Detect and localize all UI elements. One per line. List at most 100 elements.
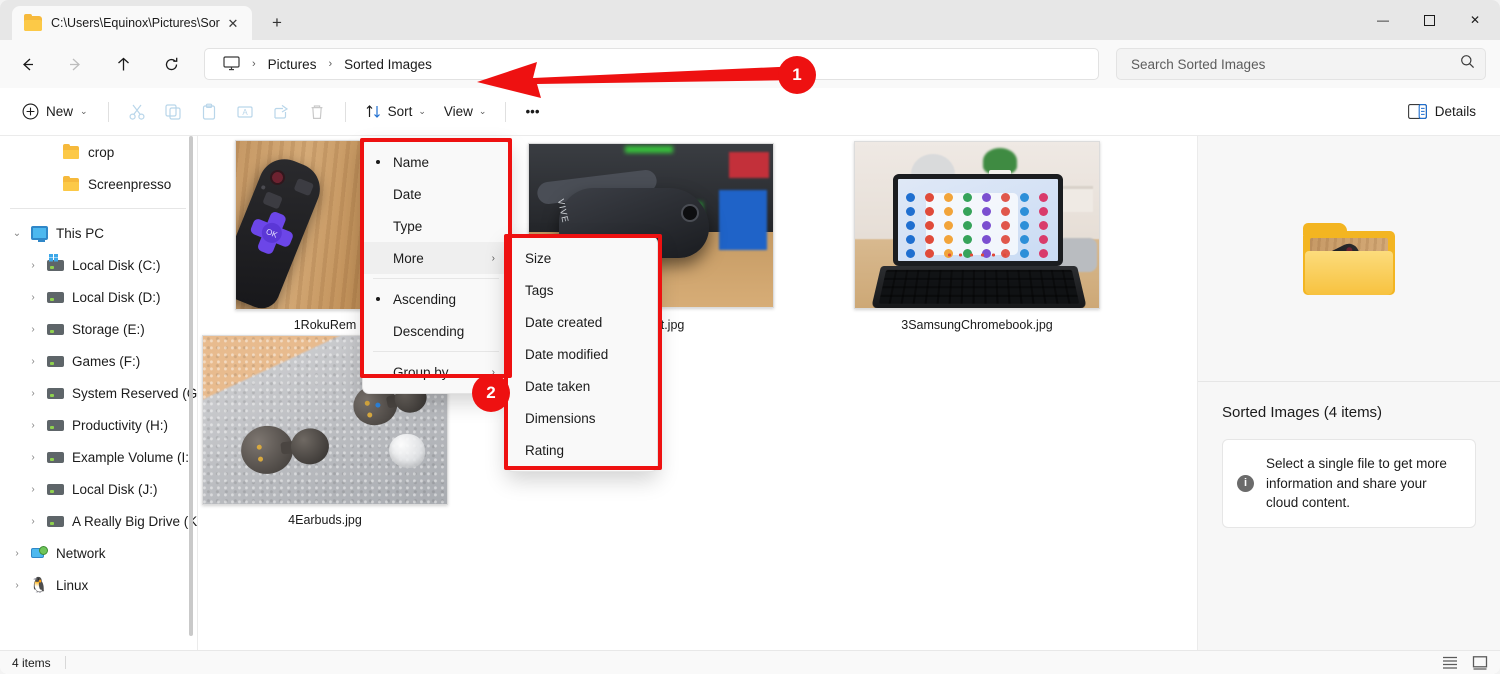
breadcrumb-item-sorted-images[interactable]: Sorted Images xyxy=(336,54,440,75)
sidebar-item-a-really-big-drive-k[interactable]: › A Really Big Drive (K:) xyxy=(0,505,198,537)
drive-icon xyxy=(46,355,64,367)
more-menu-item-dimensions[interactable]: Dimensions xyxy=(507,402,657,434)
drive-icon xyxy=(46,515,64,527)
breadcrumb-item-pictures[interactable]: Pictures xyxy=(260,54,325,75)
more-menu-item-rating[interactable]: Rating xyxy=(507,434,657,466)
new-tab-button[interactable]: + xyxy=(262,8,292,38)
view-button[interactable]: View ⌄ xyxy=(435,96,496,128)
sidebar-item-linux[interactable]: › 🐧 Linux xyxy=(0,569,198,601)
expand-chevron-icon[interactable]: › xyxy=(22,286,44,308)
network-icon xyxy=(30,546,48,560)
view-button-label: View xyxy=(443,104,473,119)
linux-icon: 🐧 xyxy=(29,576,49,594)
maximize-button[interactable] xyxy=(1406,0,1452,40)
sidebar-item-storage-e[interactable]: › Storage (E:) xyxy=(0,313,198,345)
sidebar-item-example-volume-i[interactable]: › Example Volume (I:) xyxy=(0,441,198,473)
copy-button[interactable] xyxy=(155,96,191,128)
more-menu-item-date-modified[interactable]: Date modified xyxy=(507,338,657,370)
sidebar-item-this-pc[interactable]: ⌄ This PC xyxy=(0,217,198,249)
sort-menu-item-ascending[interactable]: Ascending xyxy=(363,283,509,315)
sidebar-item-label: Example Volume (I:) xyxy=(72,449,194,465)
expand-chevron-icon[interactable]: › xyxy=(22,318,44,340)
search-input[interactable] xyxy=(1131,56,1460,72)
forward-button[interactable] xyxy=(58,47,92,81)
expand-chevron-icon[interactable]: › xyxy=(22,478,44,500)
paste-button[interactable] xyxy=(191,96,227,128)
sort-icon xyxy=(365,103,382,120)
minimize-button[interactable]: — xyxy=(1360,0,1406,40)
more-menu-item-size[interactable]: Size xyxy=(507,242,657,274)
navigation-scrollbar[interactable] xyxy=(189,136,193,650)
menu-item-label: Rating xyxy=(525,442,565,458)
details-pane-toggle[interactable]: Details xyxy=(1398,96,1486,128)
up-button[interactable] xyxy=(106,47,140,81)
browser-tab-sorted-images[interactable]: C:\Users\Equinox\Pictures\Sor ✕ xyxy=(12,6,252,40)
file-item-3[interactable]: 3SamsungChromebook.jpg xyxy=(854,140,1100,332)
expand-chevron-icon[interactable]: › xyxy=(22,510,44,532)
file-grid[interactable]: OK 1RokuRem VIVE Headset.jpg xyxy=(198,136,1197,650)
expand-chevron-icon[interactable]: › xyxy=(22,414,44,436)
sort-button[interactable]: Sort ⌄ xyxy=(356,96,435,128)
delete-button[interactable] xyxy=(299,96,335,128)
status-divider xyxy=(64,656,66,669)
close-tab-icon[interactable]: ✕ xyxy=(222,12,244,34)
expand-chevron-icon[interactable] xyxy=(38,141,60,163)
sidebar-item-crop[interactable]: crop xyxy=(0,136,198,168)
breadcrumb[interactable]: › Pictures › Sorted Images xyxy=(204,48,1099,80)
navigation-pane[interactable]: crop Screenpresso ⌄ This PC › Local Disk (C:)… xyxy=(0,136,198,650)
list-view-icon[interactable] xyxy=(1440,654,1460,672)
toolbar-divider xyxy=(505,101,507,122)
file-explorer-window: C:\Users\Equinox\Pictures\Sor ✕ + — ✕ › … xyxy=(0,0,1500,674)
drive-icon xyxy=(46,323,64,335)
sort-menu-item-name[interactable]: Name xyxy=(363,146,509,178)
breadcrumb-this-pc-icon[interactable] xyxy=(215,53,248,75)
new-button[interactable]: New ⌄ xyxy=(12,96,98,128)
more-menu-item-tags[interactable]: Tags xyxy=(507,274,657,306)
refresh-button[interactable] xyxy=(154,47,188,81)
more-menu-item-date-created[interactable]: Date created xyxy=(507,306,657,338)
cut-button[interactable] xyxy=(119,96,155,128)
sidebar-item-network[interactable]: › Network xyxy=(0,537,198,569)
expand-chevron-icon[interactable]: › xyxy=(6,542,28,564)
expand-chevron-icon[interactable]: › xyxy=(22,382,44,404)
search-icon[interactable] xyxy=(1460,54,1475,74)
sort-menu-item-descending[interactable]: Descending xyxy=(363,315,509,347)
tile-view-icon[interactable] xyxy=(1470,654,1490,672)
folder-icon xyxy=(63,175,79,191)
sidebar-item-system-reserved-g[interactable]: › System Reserved (G:) xyxy=(0,377,198,409)
sort-menu-item-date[interactable]: Date xyxy=(363,178,509,210)
expand-chevron-icon[interactable]: › xyxy=(22,446,44,468)
expand-chevron-icon[interactable]: › xyxy=(6,574,28,596)
expand-chevron-icon[interactable] xyxy=(38,173,60,195)
sidebar-item-games-f[interactable]: › Games (F:) xyxy=(0,345,198,377)
sort-menu-item-more[interactable]: More › xyxy=(363,242,509,274)
expand-chevron-icon[interactable]: › xyxy=(22,254,44,276)
sort-menu-item-type[interactable]: Type xyxy=(363,210,509,242)
expand-chevron-icon[interactable]: ⌄ xyxy=(6,222,28,244)
sort-menu[interactable]: Name Date Type More › Ascending Descending Gr… xyxy=(362,140,510,394)
selected-bullet-icon xyxy=(363,160,393,164)
sort-more-submenu[interactable]: Size Tags Date created Date modified Date ta… xyxy=(506,236,658,472)
window-controls: — ✕ xyxy=(1360,0,1500,40)
more-menu-item-date-taken[interactable]: Date taken xyxy=(507,370,657,402)
close-window-button[interactable]: ✕ xyxy=(1452,0,1498,40)
back-button[interactable] xyxy=(10,47,44,81)
search-box[interactable] xyxy=(1116,48,1486,80)
sidebar-item-screenpresso[interactable]: Screenpresso xyxy=(0,168,198,200)
status-bar: 4 items xyxy=(0,650,1500,674)
sidebar-item-productivity-h[interactable]: › Productivity (H:) xyxy=(0,409,198,441)
sidebar-item-label: Local Disk (D:) xyxy=(72,289,161,305)
file-name-label: 4Earbuds.jpg xyxy=(288,513,362,527)
sidebar-item-label: Games (F:) xyxy=(72,353,141,369)
expand-chevron-icon[interactable]: › xyxy=(22,350,44,372)
sidebar-item-local-disk-j[interactable]: › Local Disk (J:) xyxy=(0,473,198,505)
details-info-card: i Select a single file to get more infor… xyxy=(1222,439,1476,528)
more-options-button[interactable]: ••• xyxy=(516,96,548,128)
sidebar-item-label: Productivity (H:) xyxy=(72,417,169,433)
sidebar-item-label: This PC xyxy=(56,225,105,241)
sidebar-item-local-disk-d[interactable]: › Local Disk (D:) xyxy=(0,281,198,313)
rename-button[interactable]: A xyxy=(227,96,263,128)
share-button[interactable] xyxy=(263,96,299,128)
menu-item-label: Dimensions xyxy=(525,410,596,426)
sidebar-item-local-disk-c[interactable]: › Local Disk (C:) xyxy=(0,249,198,281)
